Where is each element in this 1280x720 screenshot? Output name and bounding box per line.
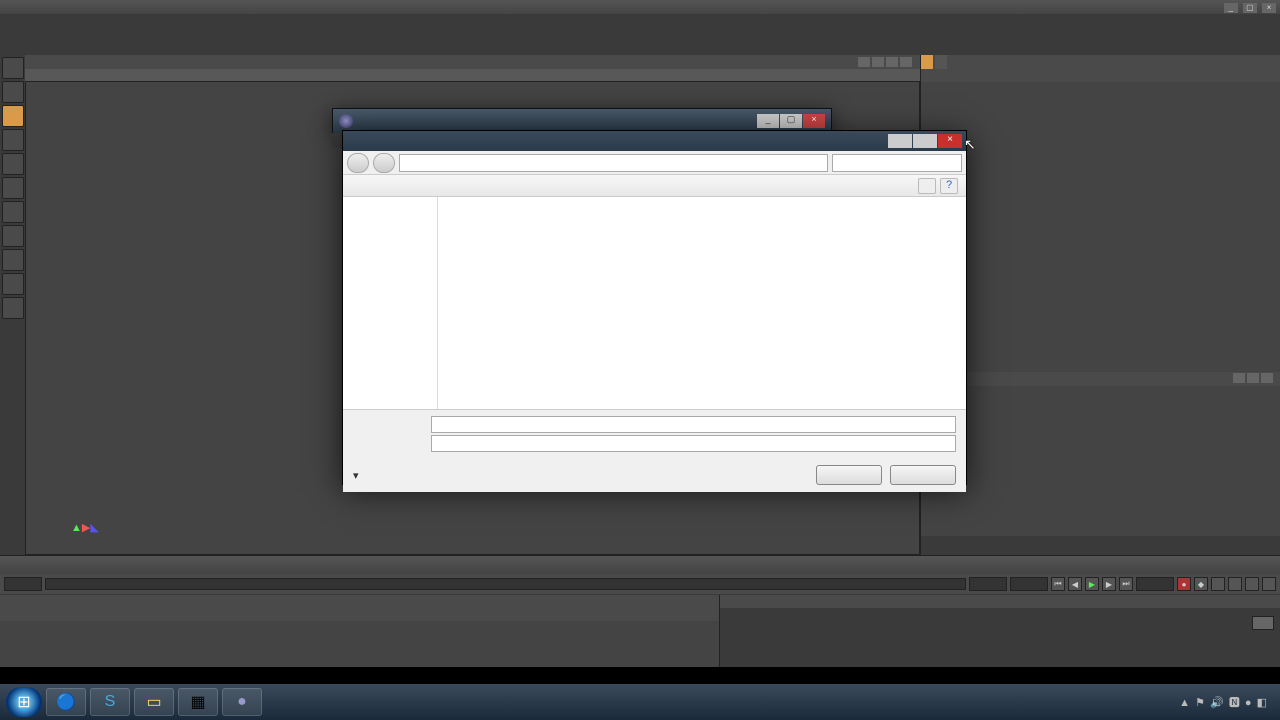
tab-objects[interactable] bbox=[921, 55, 933, 69]
attribute-body[interactable] bbox=[921, 386, 1280, 536]
start-button[interactable]: ⊞ bbox=[6, 687, 42, 717]
taskbar-chrome[interactable]: 🔵 bbox=[46, 688, 86, 716]
filetype-select[interactable] bbox=[431, 435, 956, 452]
tl-key-icon[interactable]: ◆ bbox=[1194, 577, 1208, 591]
tool-button[interactable] bbox=[2, 249, 24, 271]
tl-rec-icon[interactable]: ● bbox=[1177, 577, 1191, 591]
minimize-button[interactable]: _ bbox=[1224, 3, 1238, 13]
tool-button[interactable] bbox=[2, 57, 24, 79]
maximize-button[interactable]: ▢ bbox=[1243, 3, 1257, 13]
taskbar-skype[interactable]: S bbox=[90, 688, 130, 716]
vp-icon[interactable] bbox=[858, 57, 870, 67]
taskbar[interactable]: ⊞ 🔵 S ▭ ▦ ● ▲ ⚑ 🔊 🅽 ● ◧ bbox=[0, 684, 1280, 720]
tool-button[interactable] bbox=[2, 153, 24, 175]
attr-icon[interactable] bbox=[1261, 373, 1273, 383]
tl-current[interactable] bbox=[969, 577, 1007, 591]
tl-first-icon[interactable]: ⏮ bbox=[1051, 577, 1065, 591]
tl-last-icon[interactable]: ⏭ bbox=[1119, 577, 1133, 591]
taskbar-notes[interactable]: ▭ bbox=[134, 688, 174, 716]
file-list[interactable] bbox=[438, 197, 966, 409]
save-sidebar bbox=[343, 197, 438, 409]
chevron-down-icon: ▾ bbox=[353, 469, 359, 482]
rs-close[interactable]: × bbox=[803, 114, 825, 128]
main-toolbar bbox=[0, 27, 1280, 55]
tray-icon[interactable]: 🔊 bbox=[1210, 697, 1224, 709]
materials-body[interactable] bbox=[0, 621, 719, 667]
save-nav bbox=[343, 151, 966, 175]
save-button[interactable] bbox=[816, 465, 882, 485]
tl-next-icon[interactable]: ▶ bbox=[1102, 577, 1116, 591]
hide-folders-toggle[interactable]: ▾ bbox=[353, 469, 363, 482]
tool-button[interactable] bbox=[2, 273, 24, 295]
vp-icon[interactable] bbox=[886, 57, 898, 67]
tl-play-icon[interactable]: ▶ bbox=[1085, 577, 1099, 591]
viewport-menu bbox=[25, 55, 920, 69]
tool-button[interactable] bbox=[2, 81, 24, 103]
tl-btn[interactable] bbox=[1262, 577, 1276, 591]
objects-tree[interactable] bbox=[921, 82, 1280, 372]
materials-menu bbox=[0, 608, 719, 621]
window-buttons: _ ▢ × bbox=[1222, 1, 1276, 13]
cancel-button[interactable] bbox=[890, 465, 956, 485]
sd-maximize[interactable] bbox=[913, 134, 937, 148]
breadcrumb[interactable] bbox=[399, 154, 828, 172]
taskbar-c4d[interactable]: ● bbox=[222, 688, 262, 716]
help-icon[interactable]: ? bbox=[940, 178, 958, 194]
tl-btn[interactable] bbox=[1211, 577, 1225, 591]
apply-button[interactable] bbox=[1252, 616, 1274, 630]
tool-button[interactable] bbox=[2, 177, 24, 199]
viewport-label bbox=[25, 69, 920, 81]
tl-length[interactable] bbox=[1136, 577, 1174, 591]
view-options-icon[interactable] bbox=[918, 178, 936, 194]
save-titlebar[interactable]: × bbox=[343, 131, 966, 151]
timeline-ruler[interactable] bbox=[0, 556, 1280, 574]
left-toolbar bbox=[0, 55, 25, 555]
tl-scrub[interactable] bbox=[45, 578, 966, 590]
rs-maximize[interactable]: ▢ bbox=[780, 114, 802, 128]
tool-button[interactable] bbox=[2, 105, 24, 127]
tool-button[interactable] bbox=[2, 129, 24, 151]
attr-icon[interactable] bbox=[1233, 373, 1245, 383]
vp-icon[interactable] bbox=[900, 57, 912, 67]
tool-button[interactable] bbox=[2, 225, 24, 247]
tray-icons[interactable]: ▲ ⚑ 🔊 🅽 ● ◧ bbox=[1178, 694, 1268, 710]
tl-start[interactable] bbox=[4, 577, 42, 591]
taskbar-app[interactable]: ▦ bbox=[178, 688, 218, 716]
tl-btn[interactable] bbox=[1228, 577, 1242, 591]
sd-minimize[interactable] bbox=[888, 134, 912, 148]
close-button[interactable]: × bbox=[1262, 3, 1276, 13]
tl-btn[interactable] bbox=[1245, 577, 1259, 591]
main-menu bbox=[0, 14, 1280, 27]
attribute-header bbox=[921, 372, 1280, 386]
attr-icon[interactable] bbox=[1247, 373, 1259, 383]
tray-icon[interactable]: ◧ bbox=[1257, 697, 1267, 709]
search-input[interactable] bbox=[832, 154, 962, 172]
app-titlebar[interactable]: _ ▢ × bbox=[0, 0, 1280, 14]
rs-minimize[interactable]: _ bbox=[757, 114, 779, 128]
objects-menu bbox=[921, 69, 1280, 82]
nav-back-icon[interactable] bbox=[347, 153, 369, 173]
axis-gizmo: ▲▶◣ bbox=[71, 521, 99, 534]
render-icon bbox=[339, 114, 353, 128]
timeline-controls: ⏮ ◀ ▶ ▶ ⏭ ● ◆ bbox=[0, 574, 1280, 594]
tray-icon[interactable]: ▲ bbox=[1179, 697, 1190, 709]
cursor-icon: ↖ bbox=[964, 136, 976, 153]
tray-icon[interactable]: 🅽 bbox=[1229, 697, 1240, 709]
nav-fwd-icon[interactable] bbox=[373, 153, 395, 173]
tray-icon[interactable]: ⚑ bbox=[1195, 697, 1205, 709]
tab-structure[interactable] bbox=[935, 55, 947, 69]
tl-end[interactable] bbox=[1010, 577, 1048, 591]
tool-button[interactable] bbox=[2, 201, 24, 223]
filename-input[interactable] bbox=[431, 416, 956, 433]
tl-prev-icon[interactable]: ◀ bbox=[1068, 577, 1082, 591]
sd-close[interactable]: × bbox=[938, 134, 962, 148]
save-toolbar: ? bbox=[343, 175, 966, 197]
vp-icon[interactable] bbox=[872, 57, 884, 67]
tool-button[interactable] bbox=[2, 297, 24, 319]
save-file-dialog: × ? ▾ bbox=[342, 130, 967, 485]
tray-icon[interactable]: ● bbox=[1245, 697, 1252, 709]
